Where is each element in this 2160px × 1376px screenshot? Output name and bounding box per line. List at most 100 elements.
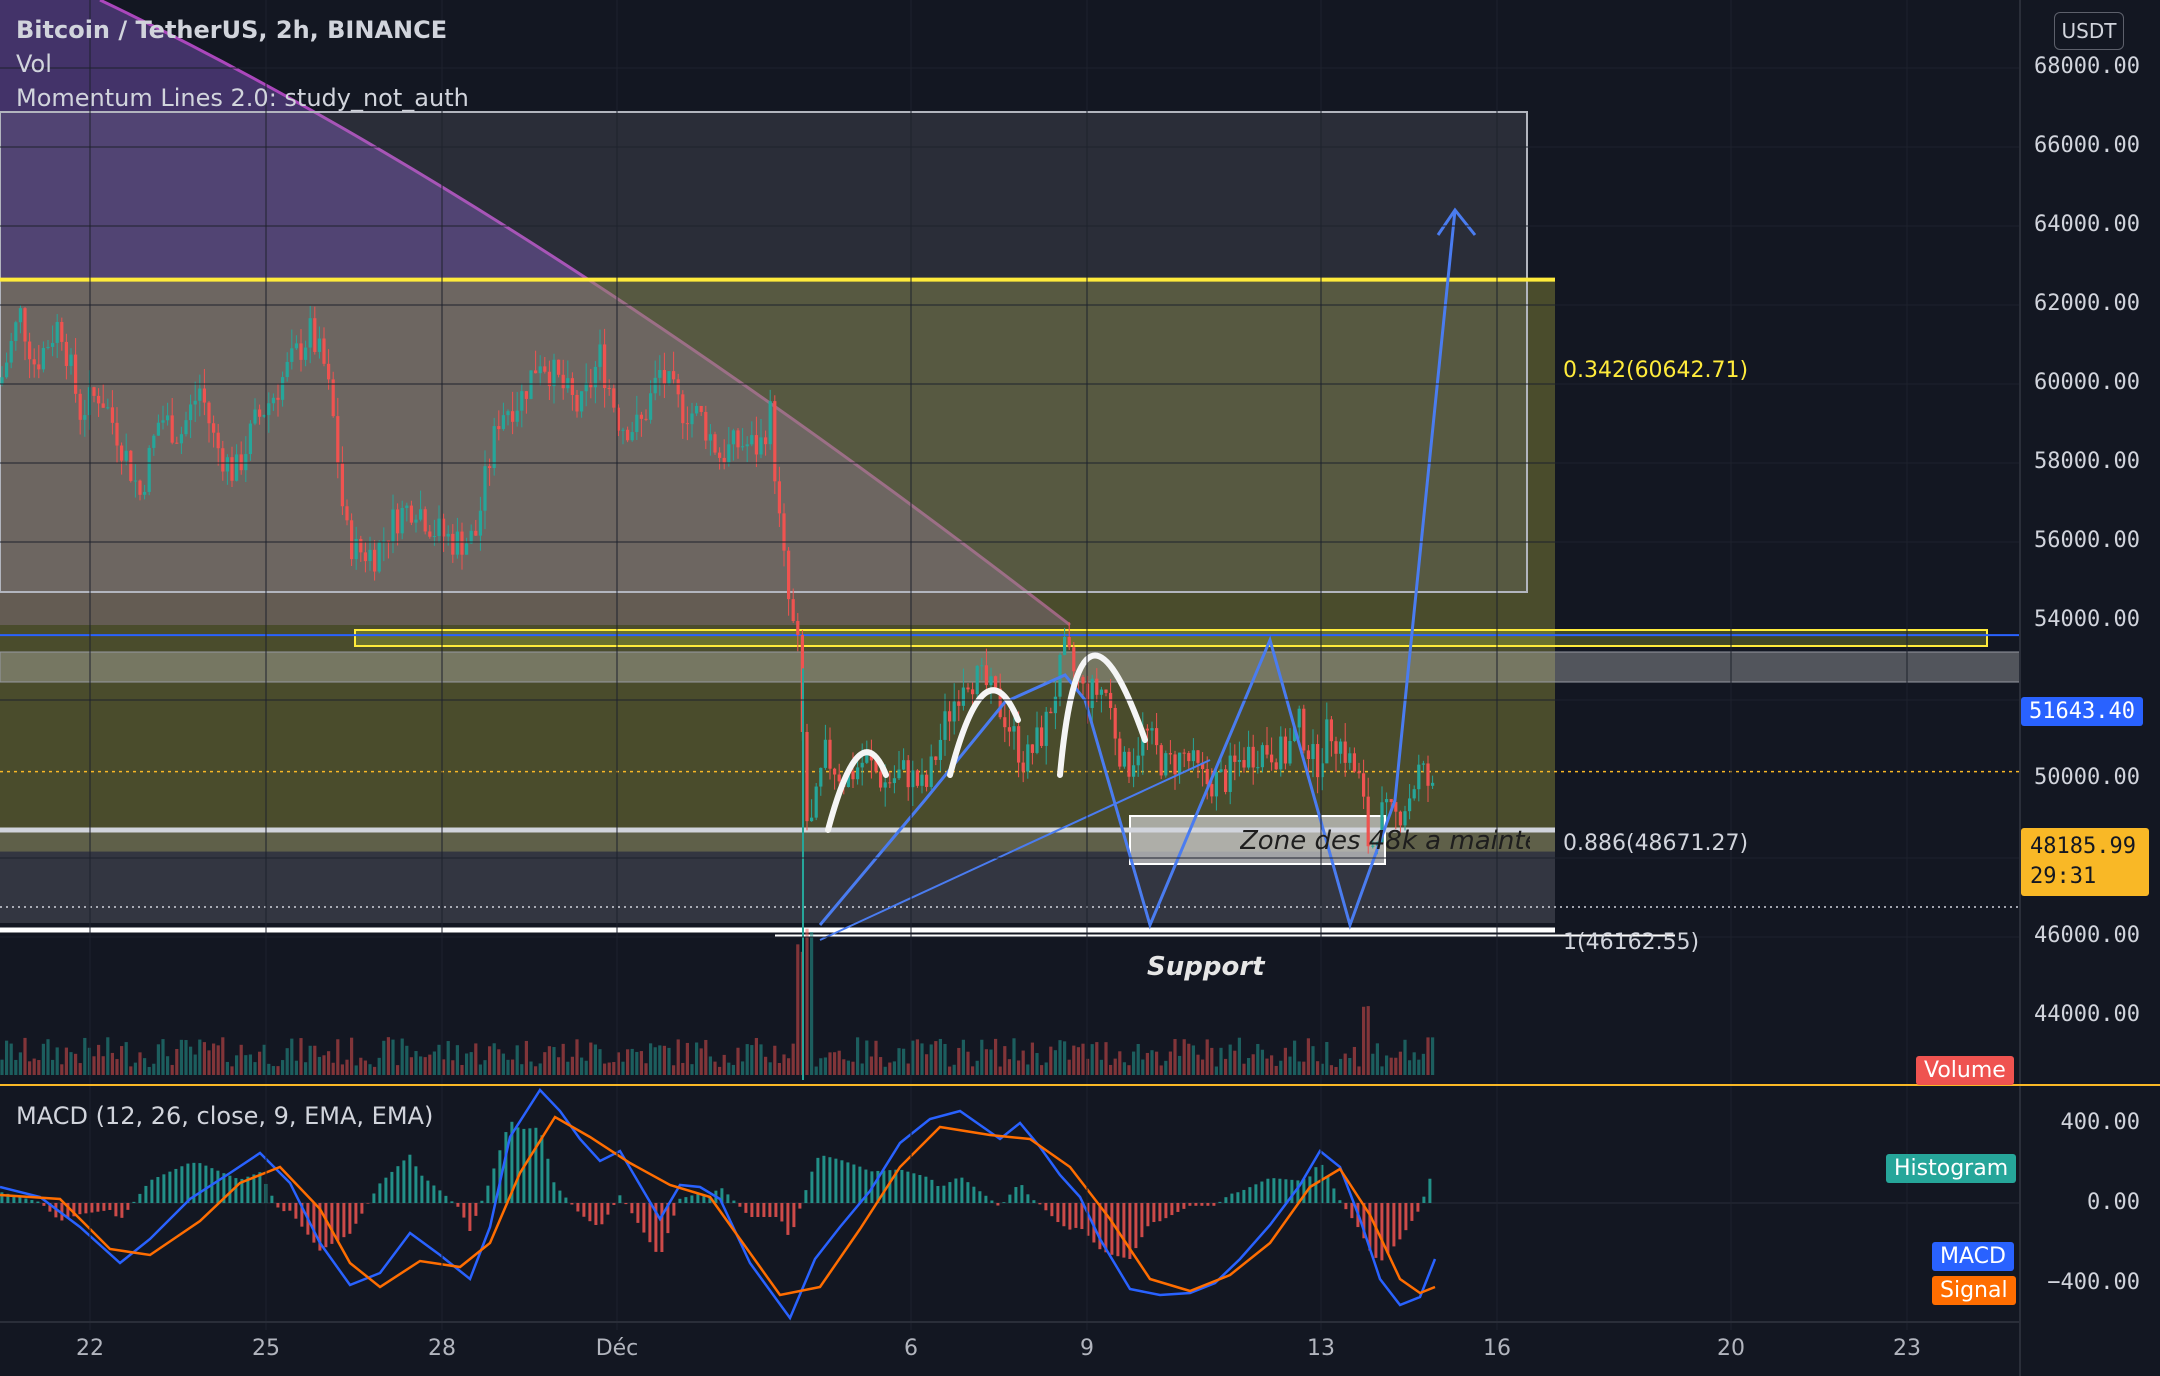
histogram-bar xyxy=(930,1179,934,1203)
macd-legend[interactable]: MACD (12, 26, close, 9, EMA, EMA) xyxy=(16,1102,433,1130)
volume-bar xyxy=(823,1057,827,1075)
chart-stage[interactable]: Bitcoin / TetherUS, 2h, BINANCE Vol Mome… xyxy=(0,0,2160,1376)
candle-body xyxy=(580,391,584,412)
candle-body xyxy=(888,782,892,784)
volume-bar xyxy=(653,1047,657,1075)
histogram-bar xyxy=(270,1195,274,1203)
volume-bar xyxy=(455,1045,459,1075)
volume-bar xyxy=(350,1037,354,1075)
volume-bar xyxy=(106,1037,110,1075)
histogram-bar xyxy=(816,1157,820,1203)
volume-bar xyxy=(994,1038,998,1075)
volume-bar xyxy=(1260,1049,1264,1075)
volume-bar xyxy=(78,1063,82,1075)
volume-bar xyxy=(18,1052,22,1075)
volume-bar xyxy=(248,1054,252,1075)
candle-body xyxy=(1173,754,1177,775)
candle-body xyxy=(598,344,602,367)
volume-bar xyxy=(1274,1065,1278,1075)
histogram-bar xyxy=(696,1193,700,1203)
volume-bar xyxy=(465,1053,469,1075)
volume-bar xyxy=(593,1044,597,1075)
candle-body xyxy=(363,552,367,562)
volume-bar xyxy=(1214,1066,1218,1075)
histogram-bar xyxy=(1212,1203,1216,1206)
volume-bar xyxy=(580,1057,584,1075)
volume-bar xyxy=(1334,1066,1338,1075)
candle-body xyxy=(787,550,791,600)
chart-canvas[interactable] xyxy=(0,0,2160,1376)
macd-tick-label: 400.00 xyxy=(2060,1110,2140,1135)
support-label[interactable]: Support xyxy=(1147,952,1265,982)
volume-bar xyxy=(189,1046,193,1075)
volume-bar xyxy=(359,1057,363,1075)
histogram-bar xyxy=(258,1172,262,1203)
histogram-bar xyxy=(618,1195,622,1203)
candle-body xyxy=(41,347,45,370)
volume-bar xyxy=(1187,1043,1191,1075)
symbol-title[interactable]: Bitcoin / TetherUS, 2h, BINANCE xyxy=(16,16,447,44)
volume-bar xyxy=(419,1056,423,1075)
candle-body xyxy=(879,771,883,788)
histogram-bar xyxy=(1242,1189,1246,1203)
histogram-bar xyxy=(846,1162,850,1203)
volume-bar xyxy=(1352,1046,1356,1075)
volume-bar xyxy=(120,1046,124,1075)
candle-body xyxy=(612,388,616,408)
volume-bar xyxy=(833,1052,837,1075)
candle-body xyxy=(244,454,248,471)
histogram-bar xyxy=(780,1203,784,1222)
volume-bar xyxy=(1270,1055,1274,1075)
histogram-bar xyxy=(282,1203,286,1212)
candle-body xyxy=(147,447,151,492)
candle-body xyxy=(851,771,855,780)
candle-body xyxy=(474,530,478,536)
histogram-bar xyxy=(636,1203,640,1223)
histogram-bar xyxy=(918,1175,922,1203)
volume-bar xyxy=(299,1038,303,1075)
candle-body xyxy=(64,341,68,366)
volume-legend[interactable]: Vol xyxy=(16,50,52,78)
candle-body xyxy=(805,731,809,822)
histogram-bar xyxy=(822,1155,826,1203)
volume-bar xyxy=(768,1062,772,1075)
indicator-legend[interactable]: Momentum Lines 2.0: study_not_auth xyxy=(16,84,469,112)
volume-bar xyxy=(722,1054,726,1075)
currency-button[interactable]: USDT xyxy=(2054,12,2124,50)
candle-body xyxy=(1302,708,1306,751)
range-box xyxy=(0,111,1528,593)
candle-body xyxy=(971,689,975,695)
volume-bar xyxy=(543,1052,547,1075)
candle-body xyxy=(722,457,726,463)
fib-low-label[interactable]: 1(46162.55) xyxy=(1563,930,1699,955)
candle-body xyxy=(446,533,450,537)
price-tick-label: 54000.00 xyxy=(2034,607,2140,632)
histogram-bar xyxy=(1332,1188,1336,1203)
fib-upper-label[interactable]: 0.342(60642.71) xyxy=(1563,358,1748,383)
candle-body xyxy=(920,774,924,786)
histogram-bar xyxy=(684,1197,688,1203)
volume-bar xyxy=(1063,1041,1067,1075)
candle-body xyxy=(1431,782,1435,786)
zone-text[interactable]: Zone des 48k a maintenir xyxy=(1240,826,1530,856)
histogram-bar xyxy=(84,1203,88,1214)
histogram-bar xyxy=(732,1200,736,1203)
candle-body xyxy=(662,370,666,384)
volume-bar xyxy=(557,1057,561,1075)
histogram-bar xyxy=(1032,1200,1036,1203)
volume-bar xyxy=(69,1052,73,1075)
candle-body xyxy=(902,760,906,770)
candle-body xyxy=(18,308,22,323)
candle-body xyxy=(1260,745,1264,768)
volume-bar xyxy=(313,1045,317,1075)
volume-bar xyxy=(1371,1053,1375,1075)
volume-bar xyxy=(906,1063,910,1075)
volume-bar xyxy=(391,1039,395,1075)
fib-mid-label[interactable]: 0.886(48671.27) xyxy=(1563,831,1748,856)
volume-bar xyxy=(649,1043,653,1075)
candle-body xyxy=(833,768,837,775)
candle-body xyxy=(368,549,372,562)
volume-bar xyxy=(124,1042,128,1075)
histogram-bar xyxy=(1074,1203,1078,1228)
candle-body xyxy=(704,411,708,441)
